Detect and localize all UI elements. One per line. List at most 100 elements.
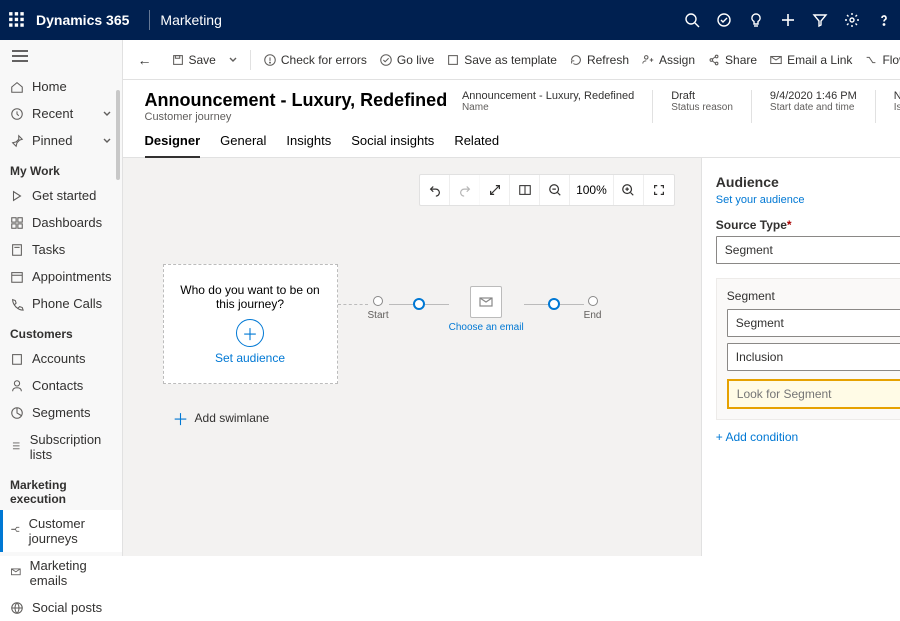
nav-home[interactable]: Home <box>0 73 122 100</box>
entity-type: Customer journey <box>145 111 448 123</box>
connector <box>425 304 449 305</box>
set-audience-hint[interactable]: Set your audience <box>716 194 900 206</box>
journey-canvas[interactable]: 100% Who do you want to be on this journ… <box>123 158 701 556</box>
assign-button[interactable]: Assign <box>641 53 695 67</box>
module-label[interactable]: Marketing <box>160 12 221 28</box>
meta-name: Announcement - Luxury, Redefined <box>462 90 634 102</box>
refresh-button[interactable]: Refresh <box>569 53 629 67</box>
nav-label: Get started <box>32 188 96 203</box>
inclusion-value: Inclusion <box>736 350 783 364</box>
refresh-label: Refresh <box>587 53 629 67</box>
nav-recent[interactable]: Recent <box>0 100 122 127</box>
meta-start-label: Start date and time <box>770 102 857 113</box>
meta-recurring: No <box>894 90 900 102</box>
add-node-left[interactable] <box>413 298 425 310</box>
bulb-icon[interactable] <box>748 12 764 28</box>
segment-type-value: Segment <box>736 316 784 330</box>
nav-social-posts[interactable]: Social posts <box>0 594 122 621</box>
nav-accounts[interactable]: Accounts <box>0 345 122 372</box>
nav-contacts[interactable]: Contacts <box>0 372 122 399</box>
nav-header-marketing-execution: Marketing execution <box>0 468 122 510</box>
nav-label: Subscription lists <box>30 432 112 462</box>
go-live-button[interactable]: Go live <box>379 53 434 67</box>
journey-icon <box>10 524 21 538</box>
nav-label: Accounts <box>32 351 85 366</box>
save-template-button[interactable]: Save as template <box>446 53 557 67</box>
search-icon[interactable] <box>684 12 700 28</box>
play-icon <box>10 189 24 203</box>
meta-start-date: 9/4/2020 1:46 PM <box>770 90 857 102</box>
nav-tasks[interactable]: Tasks <box>0 236 122 263</box>
nav-get-started[interactable]: Get started <box>0 182 122 209</box>
nav-label: Pinned <box>32 133 72 148</box>
help-icon[interactable] <box>876 12 892 28</box>
choose-email-link[interactable]: Choose an email <box>449 322 524 333</box>
back-button[interactable]: ← <box>131 52 159 68</box>
app-launcher-icon[interactable] <box>8 11 26 29</box>
source-type-select[interactable]: Segment ▾ <box>716 236 900 264</box>
minimap-button[interactable] <box>510 175 540 205</box>
segment-type-select[interactable]: Segment ▾ <box>727 309 900 337</box>
nav-subscription-lists[interactable]: Subscription lists <box>0 426 122 468</box>
building-icon <box>10 352 24 366</box>
chevron-down-icon <box>102 136 112 146</box>
nav-dashboards[interactable]: Dashboards <box>0 209 122 236</box>
nav-appointments[interactable]: Appointments <box>0 263 122 290</box>
tab-designer[interactable]: Designer <box>145 133 201 158</box>
calendar-icon <box>10 270 24 284</box>
tab-insights[interactable]: Insights <box>286 133 331 157</box>
brand-label[interactable]: Dynamics 365 <box>36 12 129 28</box>
audience-card[interactable]: Who do you want to be on this journey? ＋… <box>163 264 338 384</box>
page-title: Announcement - Luxury, Redefined <box>145 90 448 111</box>
nav-segments[interactable]: Segments <box>0 399 122 426</box>
email-link-button[interactable]: Email a Link <box>769 53 852 67</box>
add-swimlane-button[interactable]: ＋ Add swimlane <box>173 406 270 430</box>
tab-related[interactable]: Related <box>454 133 499 157</box>
email-node[interactable] <box>470 286 502 318</box>
zoom-in-button[interactable] <box>614 175 644 205</box>
flow-button[interactable]: Flow <box>864 53 900 67</box>
hamburger-icon[interactable] <box>0 40 122 73</box>
content-area: ← Save Check for errors Go live Save as … <box>123 40 900 556</box>
check-errors-button[interactable]: Check for errors <box>263 53 367 67</box>
end-node[interactable] <box>588 296 598 306</box>
segment-search-input[interactable] <box>729 381 900 407</box>
add-audience-icon[interactable]: ＋ <box>236 319 264 347</box>
start-node[interactable] <box>373 296 383 306</box>
save-button[interactable]: Save <box>171 53 216 67</box>
nav-label: Dashboards <box>32 215 102 230</box>
undo-button[interactable] <box>420 175 450 205</box>
audience-prompt: Who do you want to be on this journey? <box>174 283 327 311</box>
set-audience-link[interactable]: Set audience <box>215 351 285 365</box>
clock-icon <box>10 107 24 121</box>
check-label: Check for errors <box>281 53 367 67</box>
tab-social-insights[interactable]: Social insights <box>351 133 434 157</box>
assistant-icon[interactable] <box>716 12 732 28</box>
fit-button[interactable] <box>480 175 510 205</box>
nav-phone-calls[interactable]: Phone Calls <box>0 290 122 317</box>
nav-pinned[interactable]: Pinned <box>0 127 122 154</box>
nav-label: Appointments <box>32 269 112 284</box>
nav-marketing-emails[interactable]: Marketing emails <box>0 552 122 594</box>
meta-recurring-label: Is recurring <box>894 102 900 113</box>
sidebar-scrollbar[interactable] <box>116 90 120 180</box>
settings-icon[interactable] <box>844 12 860 28</box>
add-condition-link[interactable]: + Add condition <box>716 430 798 444</box>
source-type-value: Segment <box>725 243 773 257</box>
panel-title: Audience <box>716 174 779 190</box>
fullscreen-button[interactable] <box>644 175 674 205</box>
start-label: Start <box>368 310 389 321</box>
topbar-divider <box>149 10 150 30</box>
nav-customer-journeys[interactable]: Customer journeys <box>0 510 122 552</box>
share-button[interactable]: Share <box>707 53 757 67</box>
inclusion-select[interactable]: Inclusion ▾ <box>727 343 900 371</box>
plus-icon: ＋ <box>173 406 189 430</box>
filter-icon[interactable] <box>812 12 828 28</box>
zoom-out-button[interactable] <box>540 175 570 205</box>
save-dropdown[interactable] <box>228 55 238 65</box>
add-node-right[interactable] <box>548 298 560 310</box>
phone-icon <box>10 297 24 311</box>
plus-icon[interactable] <box>780 12 796 28</box>
redo-button[interactable] <box>450 175 480 205</box>
tab-general[interactable]: General <box>220 133 266 157</box>
